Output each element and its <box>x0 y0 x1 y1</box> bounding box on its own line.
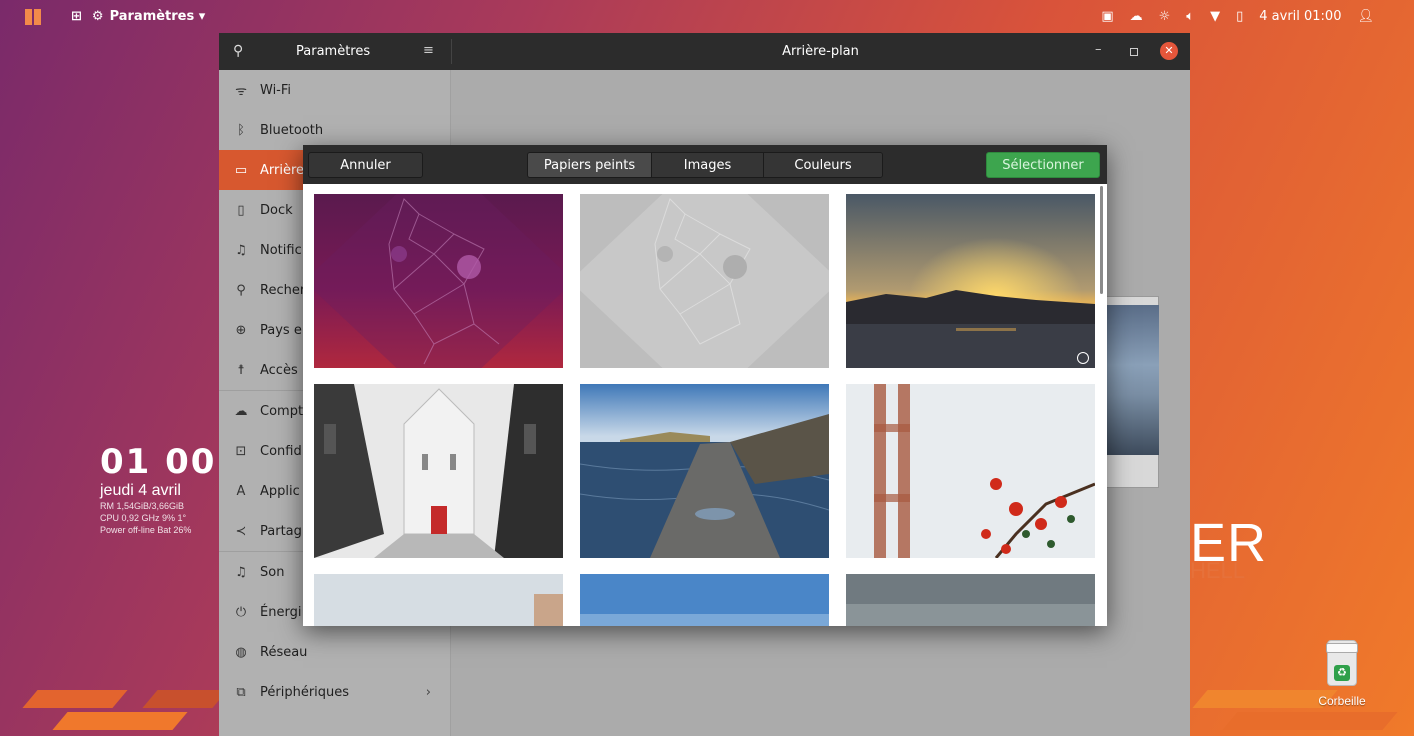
sidebar-item-label: Applic <box>260 483 300 499</box>
dock-icon: ▯ <box>237 202 245 218</box>
datetime-label[interactable]: 4 avril 01:00 <box>1259 9 1341 24</box>
tab-colors[interactable]: Couleurs <box>764 153 882 177</box>
desktop-clock-widget: 01 00 jeudi 4 avril RM 1,54GiB/3,66GiB C… <box>100 444 220 536</box>
globe-icon: ⊕ <box>235 322 247 338</box>
tab-images[interactable]: Images <box>652 153 764 177</box>
thumb-ubuntu-grey[interactable] <box>580 194 829 368</box>
thumb-bridge-flowers[interactable] <box>846 384 1095 558</box>
thumb-seawall[interactable] <box>580 384 829 558</box>
sidebar-item-label: Confid <box>260 443 302 459</box>
settings-headerbar: ⚲ Paramètres ≡ Arrière-plan – ✕ <box>219 33 1190 70</box>
thumb-sky-3[interactable] <box>846 574 1095 626</box>
sidebar-item-wifi[interactable]: ᯤ Wi-Fi <box>219 70 451 110</box>
sidebar-item-label: Notific <box>260 242 302 258</box>
maximize-button[interactable] <box>1130 48 1138 56</box>
thumb-sunset-lake[interactable] <box>846 194 1095 368</box>
top-bar: ⊞ ⚙ Paramètres ▾ ▣ ☁ ☼ 🔈︎ ▼ ▯ 4 avril 01… <box>0 0 1414 33</box>
trash-label: Corbeille <box>1318 694 1366 708</box>
sidebar-title: Paramètres <box>296 44 371 59</box>
status-area: ▣ ☁ ☼ 🔈︎ ▼ ▯ 4 avril 01:00 👤︎ <box>1101 0 1374 33</box>
power-icon: ⏻ <box>235 604 247 620</box>
clock-time: 01 00 <box>100 442 217 482</box>
bell-icon: ♫ <box>235 242 247 258</box>
trash-icon: ♻ <box>1326 640 1358 686</box>
sidebar-item-label: Bluetooth <box>260 122 324 138</box>
sidebar-item-bluetooth[interactable]: ᛒ Bluetooth <box>219 110 451 150</box>
sidebar-item-label: Pays e <box>260 322 302 338</box>
wifi-icon: ᯤ <box>235 84 247 99</box>
tab-wallpapers[interactable]: Papiers peints <box>528 153 652 177</box>
cloud-icon[interactable]: ☁ <box>1130 9 1143 24</box>
sidebar-item-label: Compt <box>260 403 304 419</box>
wallpaper-stripe <box>22 690 128 708</box>
brightness-icon[interactable]: ☼ <box>1159 9 1171 24</box>
sidebar-item-label: Arrière <box>260 162 305 178</box>
sidebar-item-label: Wi-Fi <box>260 82 292 98</box>
sidebar-item-label: Son <box>260 564 285 580</box>
app-menu[interactable]: Paramètres ▾ <box>110 9 206 24</box>
devices-icon: ⧉ <box>236 684 246 700</box>
lock-icon: ⊡ <box>235 443 247 459</box>
background-preview-image <box>1103 305 1159 455</box>
timed-wallpaper-icon <box>1077 352 1089 364</box>
thumb-ubuntu-purple[interactable] <box>314 194 563 368</box>
sidebar-item-devices[interactable]: ⧉ Périphériques › <box>219 672 451 712</box>
clock-ram: RM 1,54GiB/3,66GiB <box>100 501 185 511</box>
sidebar-item-label: Périphériques <box>260 684 350 700</box>
wallpaper-grid <box>303 184 1098 626</box>
thumb-sky-2[interactable] <box>580 574 829 626</box>
sidebar-item-label: Énergi <box>260 604 302 620</box>
clock-cpu: CPU 0,92 GHz 9% 1° <box>100 513 187 523</box>
thumb-sky-1[interactable] <box>314 574 563 626</box>
accessibility-icon: ☨ <box>237 362 245 378</box>
panel-title: Arrière-plan <box>782 44 859 59</box>
search-icon[interactable]: ⚲ <box>233 43 243 59</box>
cloud-icon: ☁ <box>234 403 248 419</box>
sidebar-item-label: Accès <box>260 362 298 378</box>
chevron-right-icon: › <box>425 684 431 700</box>
cancel-button[interactable]: Annuler <box>308 152 423 178</box>
sidebar-item-label: Recher <box>260 282 306 298</box>
clock-date: jeudi 4 avril <box>100 482 181 499</box>
thumb-church-street[interactable] <box>314 384 563 558</box>
search-icon: ⚲ <box>236 282 246 298</box>
trash-desktop-icon[interactable]: ♻ Corbeille <box>1312 640 1372 708</box>
close-button[interactable]: ✕ <box>1160 42 1178 60</box>
minimize-button[interactable]: – <box>1095 42 1102 57</box>
volume-icon[interactable]: 🔈︎ <box>1186 9 1194 24</box>
chooser-headerbar: Annuler Papiers peints Images Couleurs S… <box>303 145 1107 184</box>
sidebar-item-label: Dock <box>260 202 293 218</box>
apps-grid-icon[interactable]: ⊞ <box>71 9 82 24</box>
share-icon: ≺ <box>235 523 247 539</box>
user-icon[interactable]: 👤︎ <box>1357 9 1374 24</box>
wallpaper-chooser-dialog: Annuler Papiers peints Images Couleurs S… <box>303 145 1107 626</box>
bluetooth-icon: ᛒ <box>237 122 245 138</box>
clock-power: Power off-line Bat 26% <box>100 525 192 535</box>
battery-icon[interactable]: ▯ <box>1236 9 1243 24</box>
wallpaper-stripe <box>52 712 188 730</box>
sidebar-item-label: Partag <box>260 523 302 539</box>
network-globe-icon: ◍ <box>235 644 247 660</box>
distro-logo-icon[interactable] <box>25 8 41 25</box>
music-note-icon: ♫ <box>235 564 247 580</box>
settings-gear-icon[interactable]: ⚙ <box>92 9 104 24</box>
network-icon[interactable]: ▼ <box>1210 9 1220 24</box>
sidebar-item-label: Réseau <box>260 644 308 660</box>
display-icon: ▭ <box>234 162 248 178</box>
desktop-brand-small: HELL <box>1190 558 1246 583</box>
terminal-icon[interactable]: ▣ <box>1101 9 1113 24</box>
wallpaper-stripe <box>1222 712 1398 730</box>
grid-scrollbar[interactable] <box>1100 186 1103 294</box>
source-tabs: Papiers peints Images Couleurs <box>527 152 883 178</box>
apps-icon: A <box>236 483 246 499</box>
sidebar-item-network[interactable]: ◍ Réseau <box>219 632 451 672</box>
background-preview[interactable] <box>1102 296 1159 488</box>
select-button[interactable]: Sélectionner <box>986 152 1100 178</box>
wallpaper-stripe <box>142 690 228 708</box>
hamburger-menu-icon[interactable]: ≡ <box>423 43 434 58</box>
